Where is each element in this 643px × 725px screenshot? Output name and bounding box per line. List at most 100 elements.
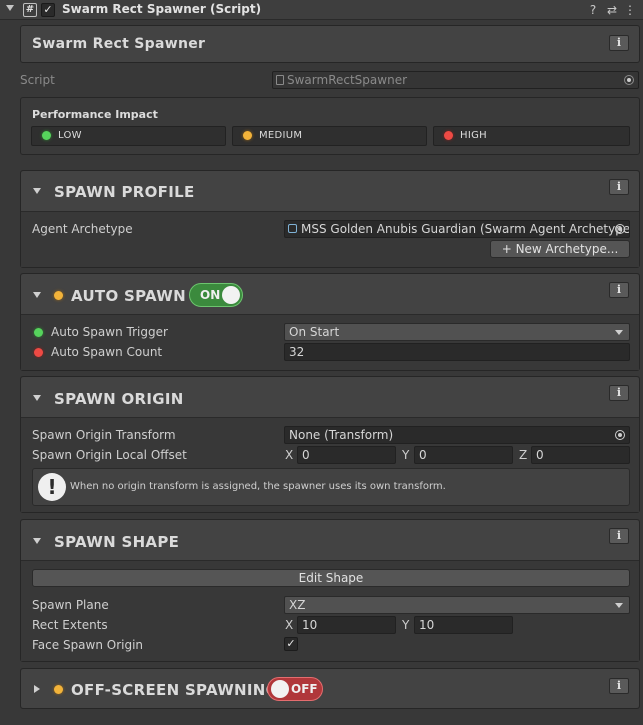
spawn-origin-transform-label: Spawn Origin Transform <box>32 428 176 442</box>
spawn-shape-section: SPAWN SHAPE i Edit Shape Spawn Plane XZ … <box>20 519 640 662</box>
spawn-plane-label: Spawn Plane <box>32 598 109 612</box>
component-header: # ✓ Swarm Rect Spawner (Script) ? ⇄ ⋮ <box>0 0 643 20</box>
performance-low-label: LOW <box>58 130 82 141</box>
help-icon[interactable]: ? <box>586 3 600 17</box>
offscreen-spawning-header[interactable]: OFF-SCREEN SPAWNING OFF i <box>21 669 639 708</box>
chevron-down-icon <box>615 603 623 608</box>
auto-spawn-section: AUTO SPAWN ON i Auto Spawn Trigger On St… <box>20 273 640 371</box>
object-picker-icon[interactable] <box>624 75 634 85</box>
offset-x-input[interactable]: 0 <box>297 446 396 464</box>
auto-spawn-count-input[interactable]: 32 <box>284 343 630 361</box>
spawn-profile-body: Agent Archetype MSS Golden Anubis Guardi… <box>21 212 639 267</box>
extents-x-label: X <box>285 618 294 632</box>
offset-z-label: Z <box>519 448 528 462</box>
info-alert-icon: ! <box>38 473 66 501</box>
chevron-down-icon[interactable] <box>33 538 41 544</box>
performance-high-label: HIGH <box>460 130 487 141</box>
offset-y-label: Y <box>402 448 410 462</box>
component-title: Swarm Rect Spawner (Script) <box>62 2 262 16</box>
performance-high-icon <box>34 348 43 357</box>
extents-y-input[interactable]: 10 <box>414 616 513 634</box>
performance-panel: Performance Impact LOW MEDIUM HIGH <box>20 97 640 155</box>
auto-spawn-trigger-label: Auto Spawn Trigger <box>51 325 168 339</box>
spawn-plane-value: XZ <box>289 598 306 612</box>
spawn-profile-info-button[interactable]: i <box>609 179 629 195</box>
archetype-asset-icon <box>288 224 297 233</box>
agent-archetype-field[interactable]: MSS Golden Anubis Guardian (Swarm Agent … <box>284 220 630 238</box>
chevron-right-icon[interactable] <box>34 685 40 693</box>
high-status-icon <box>444 131 453 140</box>
performance-low-icon <box>34 328 43 337</box>
spawn-origin-transform-value: None (Transform) <box>289 428 394 442</box>
auto-spawn-trigger-value: On Start <box>289 325 340 339</box>
auto-spawn-toggle-label: ON <box>200 288 221 302</box>
spawn-origin-info-button[interactable]: i <box>609 385 629 401</box>
spawn-plane-dropdown[interactable]: XZ <box>284 596 630 614</box>
chevron-down-icon[interactable] <box>33 395 41 401</box>
offset-x-label: X <box>285 448 294 462</box>
help-box: ! When no origin transform is assigned, … <box>32 468 630 506</box>
offscreen-toggle-label: OFF <box>291 682 318 696</box>
new-archetype-button[interactable]: + New Archetype... <box>490 240 630 258</box>
performance-medium-icon <box>54 291 63 300</box>
spawn-origin-header[interactable]: SPAWN ORIGIN i <box>21 377 639 418</box>
script-field-value: SwarmRectSpawner <box>287 73 408 87</box>
spawn-origin-section: SPAWN ORIGIN i Spawn Origin Transform No… <box>20 376 640 513</box>
preset-icon[interactable]: ⇄ <box>605 3 619 17</box>
auto-spawn-body: Auto Spawn Trigger On Start Auto Spawn C… <box>21 315 639 370</box>
rect-extents-label: Rect Extents <box>32 618 108 632</box>
performance-low: LOW <box>31 126 226 146</box>
spawn-profile-header[interactable]: SPAWN PROFILE i <box>21 171 639 212</box>
medium-status-icon <box>243 131 252 140</box>
chevron-down-icon[interactable] <box>33 188 41 194</box>
edit-shape-button[interactable]: Edit Shape <box>32 569 630 587</box>
auto-spawn-trigger-dropdown[interactable]: On Start <box>284 323 630 341</box>
script-field[interactable]: SwarmRectSpawner <box>272 71 639 89</box>
spawn-shape-info-button[interactable]: i <box>609 528 629 544</box>
spawn-shape-header[interactable]: SPAWN SHAPE i <box>21 520 639 561</box>
auto-spawn-header[interactable]: AUTO SPAWN ON i <box>21 274 639 315</box>
script-icon: # <box>23 3 37 17</box>
offscreen-info-button[interactable]: i <box>609 678 629 694</box>
header-panel-title: Swarm Rect Spawner <box>32 36 206 52</box>
face-spawn-origin-label: Face Spawn Origin <box>32 638 144 652</box>
performance-title: Performance Impact <box>32 108 158 121</box>
offset-y-input[interactable]: 0 <box>414 446 513 464</box>
low-status-icon <box>42 131 51 140</box>
header-info-button[interactable]: i <box>609 35 629 51</box>
extents-y-label: Y <box>402 618 410 632</box>
spawn-origin-offset-label: Spawn Origin Local Offset <box>32 448 187 462</box>
component-enabled-checkbox[interactable]: ✓ <box>41 3 55 17</box>
spawn-profile-title: SPAWN PROFILE <box>54 183 195 201</box>
help-message: When no origin transform is assigned, th… <box>70 481 446 492</box>
object-picker-icon[interactable] <box>615 224 625 234</box>
spawn-shape-body: Edit Shape Spawn Plane XZ Rect Extents X… <box>21 561 639 661</box>
auto-spawn-toggle[interactable]: ON <box>189 283 243 307</box>
chevron-down-icon <box>615 330 623 335</box>
offset-z-input[interactable]: 0 <box>531 446 630 464</box>
object-picker-icon[interactable] <box>615 430 625 440</box>
auto-spawn-info-button[interactable]: i <box>609 282 629 298</box>
auto-spawn-count-label: Auto Spawn Count <box>51 345 163 359</box>
extents-x-input[interactable]: 10 <box>297 616 396 634</box>
auto-spawn-title: AUTO SPAWN <box>71 287 186 305</box>
toggle-knob <box>271 680 289 698</box>
spawn-profile-section: SPAWN PROFILE i Agent Archetype MSS Gold… <box>20 170 640 268</box>
toggle-knob <box>222 286 240 304</box>
performance-medium: MEDIUM <box>232 126 427 146</box>
offscreen-spawning-toggle[interactable]: OFF <box>267 677 323 701</box>
menu-icon[interactable]: ⋮ <box>623 3 637 17</box>
script-label: Script <box>20 73 55 87</box>
spawn-shape-title: SPAWN SHAPE <box>54 533 180 551</box>
face-spawn-origin-checkbox[interactable]: ✓ <box>284 637 298 651</box>
spawn-origin-title: SPAWN ORIGIN <box>54 390 184 408</box>
offscreen-spawning-section: OFF-SCREEN SPAWNING OFF i <box>20 668 640 709</box>
script-file-icon <box>276 75 284 85</box>
performance-high: HIGH <box>433 126 630 146</box>
agent-archetype-value: MSS Golden Anubis Guardian (Swarm Agent … <box>301 222 630 236</box>
chevron-down-icon[interactable] <box>33 292 41 298</box>
agent-archetype-label: Agent Archetype <box>32 222 133 236</box>
component-fold-arrow[interactable] <box>6 5 14 11</box>
offscreen-spawning-title: OFF-SCREEN SPAWNING <box>71 681 279 699</box>
spawn-origin-transform-field[interactable]: None (Transform) <box>284 426 630 444</box>
